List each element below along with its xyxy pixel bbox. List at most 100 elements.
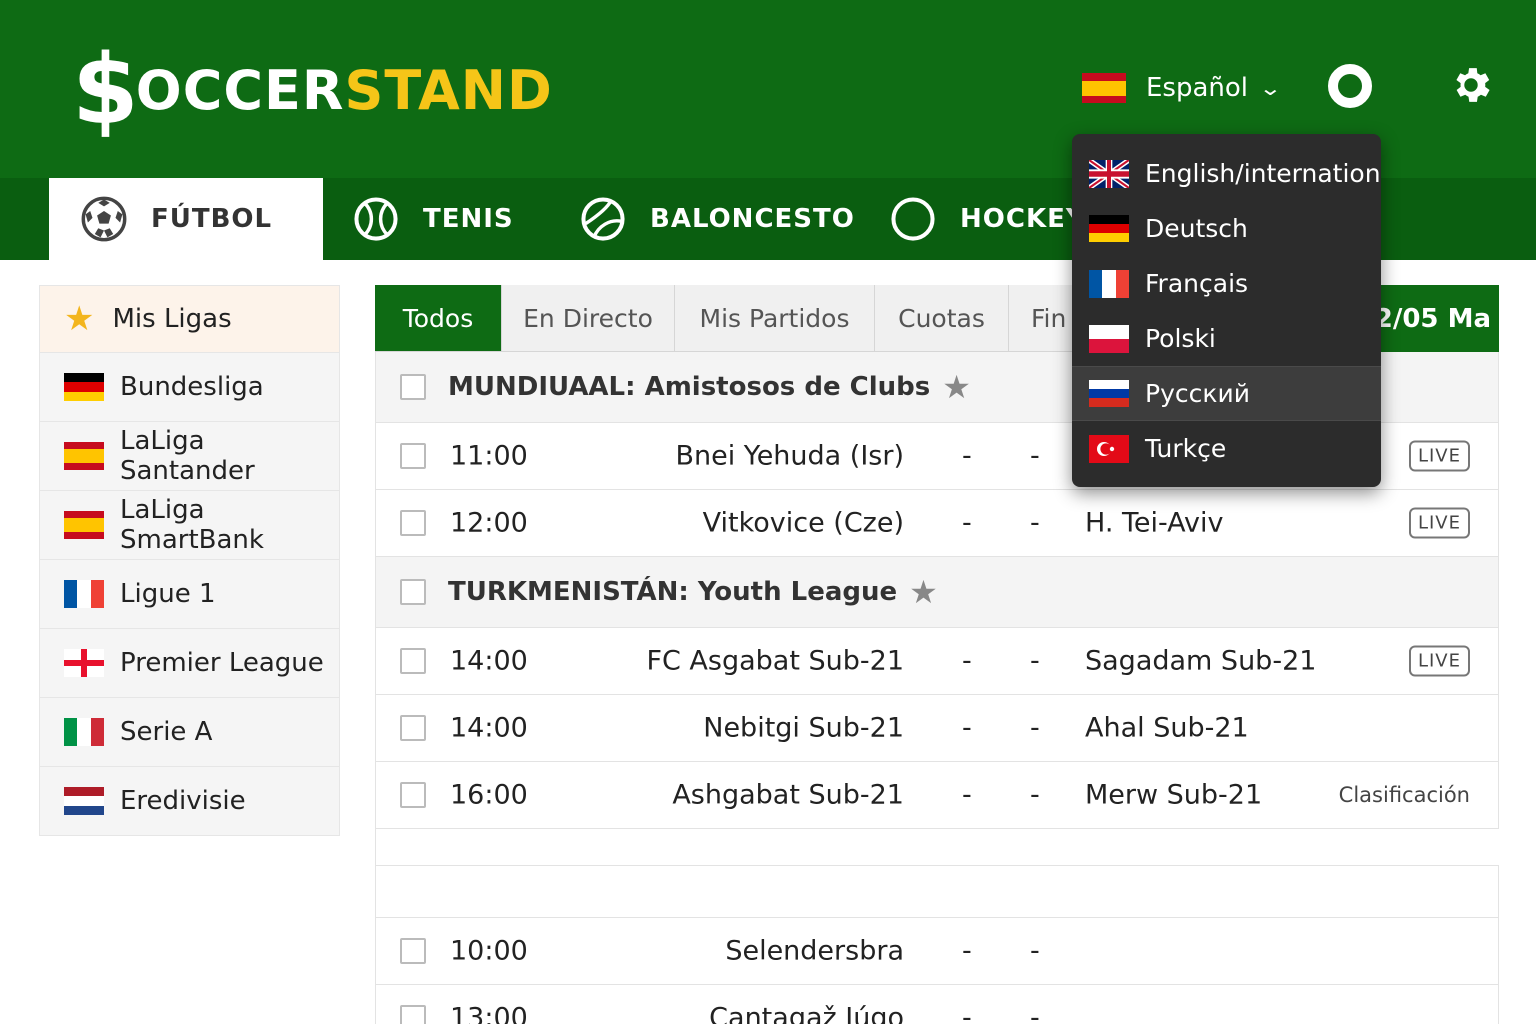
match-row[interactable]: 12:00 Vitkovice (Cze) - - H. Tei-Aviv LI… [375, 490, 1499, 557]
checkbox[interactable] [400, 715, 426, 741]
sidebar-item-label: LaLiga SmartBank [120, 495, 264, 555]
tab-en-directo[interactable]: En Directo [502, 285, 675, 352]
live-badge[interactable]: LIVE [1408, 645, 1470, 677]
logo-word-stand: STAND [344, 58, 553, 122]
home-score: - [962, 440, 972, 472]
chevron-down-icon: ⌄ [1258, 76, 1283, 100]
sidebar-item-label: Ligue 1 [120, 579, 216, 609]
england-flag-icon [64, 649, 104, 677]
league-header[interactable]: TURKMENISTÁN: Youth League ★ [375, 557, 1499, 628]
hockey-puck-icon [891, 197, 935, 241]
tab-cuotas[interactable]: Cuotas [875, 285, 1009, 352]
home-score: - [962, 645, 972, 677]
sidebar-item-label: Bundesliga [120, 372, 264, 402]
live-badge[interactable]: LIVE [1408, 440, 1470, 472]
league-title: MUNDIUAAL: Amistosos de Clubs [448, 372, 931, 402]
match-row[interactable]: 16:00 Ashgabat Sub-21 - - Merw Sub-21 Cl… [375, 762, 1499, 829]
match-time: 13:00 [450, 1002, 528, 1024]
language-dropdown: English/international Deutsch Français P… [1072, 134, 1381, 487]
sidebar-item-ligue-1[interactable]: Ligue 1 [39, 560, 340, 629]
language-option-label: Deutsch [1145, 214, 1248, 243]
language-option-english[interactable]: English/international [1072, 146, 1381, 201]
standings-link[interactable]: Clasificación [1339, 783, 1470, 807]
sidebar-item-label: Premier League [120, 648, 324, 678]
match-row[interactable]: 14:00 Nebitgi Sub-21 - - Ahal Sub-21 [375, 695, 1499, 762]
tab-label: TENIS [423, 204, 514, 234]
checkbox[interactable] [400, 579, 426, 605]
tab-mis-partidos[interactable]: Mis Partidos [675, 285, 875, 352]
home-team: Vitkovice (Cze) [702, 507, 904, 539]
away-team: Merw Sub-21 [1085, 779, 1263, 811]
sidebar-item-label: Mis Ligas [112, 304, 232, 334]
match-time: 14:00 [450, 645, 528, 677]
spain-flag-icon [64, 442, 104, 470]
tab-todos[interactable]: Todos [375, 285, 502, 352]
tab-tenis[interactable]: TENIS [353, 178, 514, 260]
away-team: H. Tei-Aviv [1085, 507, 1224, 539]
language-option-polski[interactable]: Polski [1072, 311, 1381, 366]
away-team: Sagadam Sub-21 [1085, 645, 1317, 677]
live-badge[interactable]: LIVE [1408, 507, 1470, 539]
away-score: - [1030, 779, 1040, 811]
language-option-turkce[interactable]: Turkçe [1072, 421, 1381, 476]
language-option-label: Русский [1145, 379, 1250, 408]
language-option-deutsch[interactable]: Deutsch [1072, 201, 1381, 256]
sidebar-item-eredivisie[interactable]: Eredivisie [39, 767, 340, 836]
language-option-label: English/international [1145, 159, 1381, 188]
checkbox[interactable] [400, 510, 426, 536]
section-gap [375, 829, 1499, 865]
language-option-francais[interactable]: Français [1072, 256, 1381, 311]
logo-word-occer: OCCER [135, 58, 345, 122]
basketball-icon [581, 197, 625, 241]
away-score: - [1030, 1002, 1040, 1024]
tab-hockey[interactable]: HOCKEY [890, 178, 1086, 260]
match-row[interactable]: 13:00 Cantagaž Iúgo - - [375, 985, 1499, 1024]
checkbox[interactable] [400, 443, 426, 469]
checkbox[interactable] [400, 374, 426, 400]
home-score: - [962, 935, 972, 967]
match-row[interactable]: 14:00 FC Asgabat Sub-21 - - Sagadam Sub-… [375, 628, 1499, 695]
match-row[interactable]: 10:00 Selendersbra - - [375, 918, 1499, 985]
france-flag-icon [1089, 269, 1129, 298]
language-selector[interactable]: Español ⌄ [1082, 68, 1283, 108]
soccerstand-logo[interactable]: $ OCCER STAND [72, 40, 553, 140]
tennis-ball-icon [354, 197, 398, 241]
away-score: - [1030, 645, 1040, 677]
tab-finalizados[interactable]: Fin [1009, 285, 1079, 352]
checkbox[interactable] [400, 938, 426, 964]
sidebar-item-label: Eredivisie [120, 786, 246, 816]
match-time: 14:00 [450, 712, 528, 744]
star-icon[interactable]: ★ [942, 371, 971, 403]
tab-futbol[interactable]: FÚTBOL [49, 178, 323, 260]
uk-flag-icon [1089, 159, 1129, 188]
language-option-label: Polski [1145, 324, 1216, 353]
sidebar-item-laliga-smartbank[interactable]: LaLiga SmartBank [39, 491, 340, 560]
russia-flag-icon [1089, 379, 1129, 408]
match-time: 10:00 [450, 935, 528, 967]
sidebar-item-premier-league[interactable]: Premier League [39, 629, 340, 698]
tab-baloncesto[interactable]: BALONCESTO [580, 178, 855, 260]
away-team: Ahal Sub-21 [1085, 712, 1249, 744]
sidebar-item-mis-ligas[interactable]: ★ Mis Ligas [39, 285, 340, 353]
language-option-label: Turkçe [1145, 434, 1227, 463]
home-score: - [962, 507, 972, 539]
sidebar-item-laliga-santander[interactable]: LaLiga Santander [39, 422, 340, 491]
home-team: FC Asgabat Sub-21 [646, 645, 904, 677]
logo-dollar: $ [72, 34, 140, 146]
language-option-label: Français [1145, 269, 1249, 298]
away-score: - [1030, 507, 1040, 539]
home-score: - [962, 712, 972, 744]
gear-icon[interactable] [1448, 62, 1494, 108]
sidebar-item-serie-a[interactable]: Serie A [39, 698, 340, 767]
sidebar-item-bundesliga[interactable]: Bundesliga [39, 353, 340, 422]
checkbox[interactable] [400, 782, 426, 808]
language-label: Español [1146, 73, 1249, 103]
checkbox[interactable] [400, 1005, 426, 1024]
checkbox[interactable] [400, 648, 426, 674]
germany-flag-icon [64, 373, 104, 401]
star-icon[interactable]: ★ [909, 576, 938, 608]
language-option-russian[interactable]: Русский [1072, 366, 1381, 421]
france-flag-icon [64, 580, 104, 608]
ring-icon[interactable] [1328, 64, 1372, 108]
home-team: Nebitgi Sub-21 [703, 712, 904, 744]
